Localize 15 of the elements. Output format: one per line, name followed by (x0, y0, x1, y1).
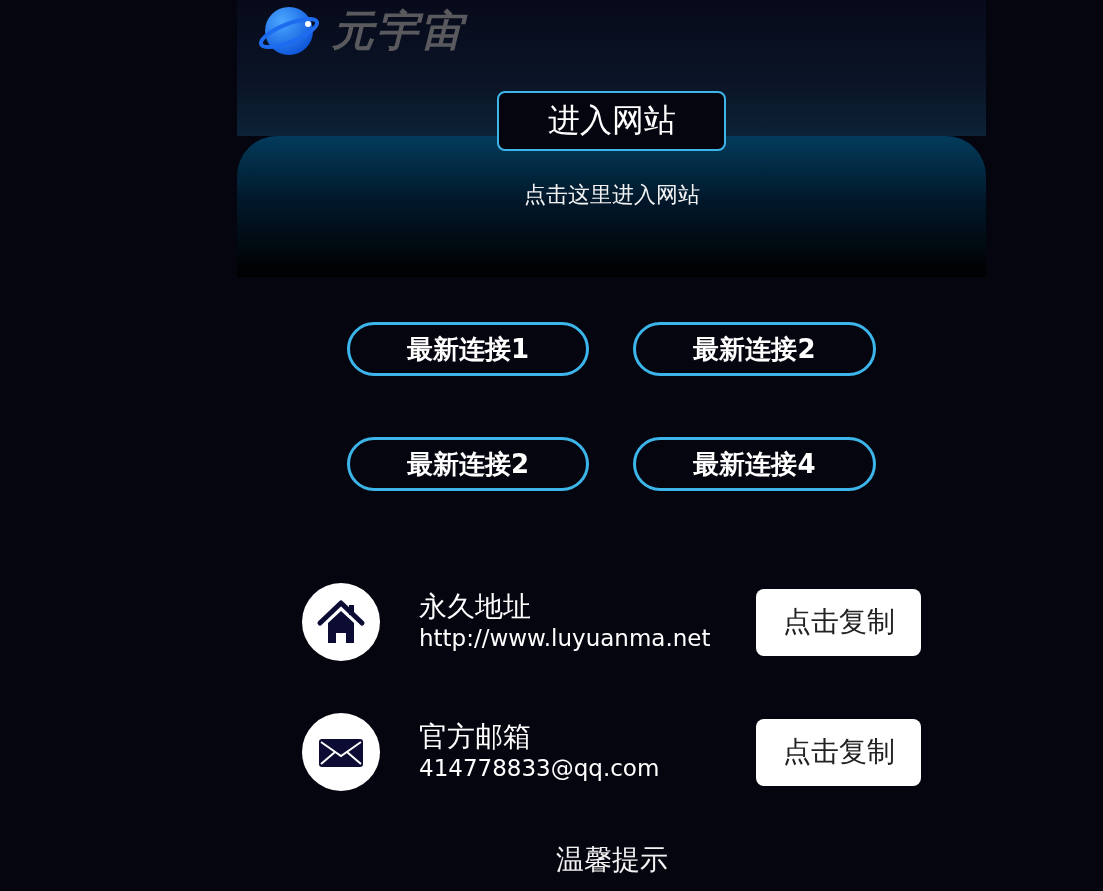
contact-label: 官方邮箱 (419, 721, 531, 753)
link-button[interactable]: 最新连接4 (633, 437, 876, 491)
enter-site-button[interactable]: 进入网站 (497, 91, 726, 151)
notice-title: 温馨提示 (555, 842, 668, 878)
link-button[interactable]: 最新连接1 (347, 322, 589, 376)
hint-text: 点击这里进入网站 (523, 181, 700, 209)
copy-button[interactable]: 点击复制 (756, 718, 921, 786)
link-button[interactable]: 最新连接2 (347, 437, 589, 491)
contact-value: 414778833@qq.com (419, 754, 660, 783)
link-button[interactable]: 最新连接2 (633, 322, 876, 376)
envelope-icon (302, 713, 380, 791)
copy-button[interactable]: 点击复制 (756, 588, 921, 656)
contact-value: http://www.luyuanma.net (419, 624, 711, 653)
house-icon (302, 583, 380, 661)
contact-label: 永久地址 (419, 591, 531, 623)
